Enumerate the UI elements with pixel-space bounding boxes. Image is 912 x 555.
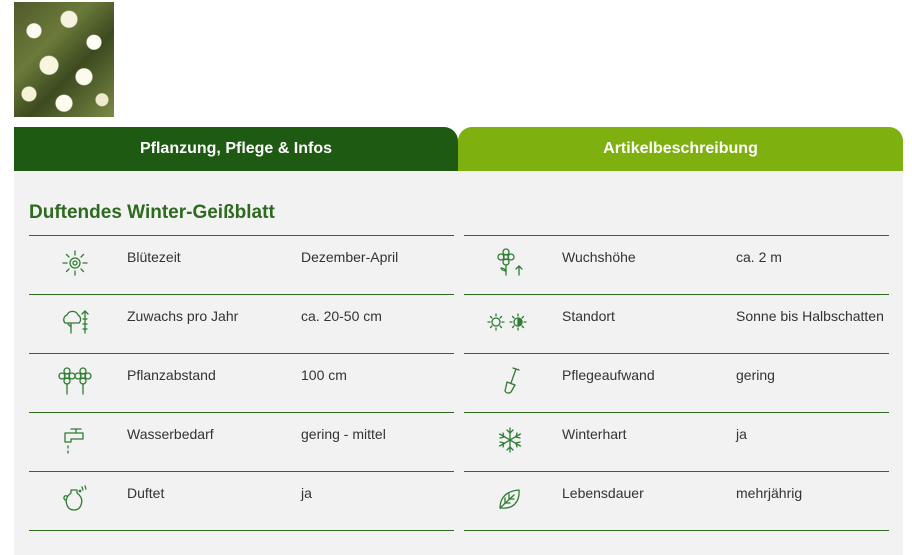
attribute-row: Standort Sonne bis Halbschatten	[464, 295, 889, 354]
attribute-label: Pflegeaufwand	[562, 367, 655, 383]
attribute-value: gering - mittel	[301, 426, 386, 442]
tab-bar: Pflanzung, Pflege & Infos Artikelbeschre…	[14, 127, 903, 180]
flower-sun-icon	[57, 246, 93, 280]
attribute-value: gering	[736, 367, 775, 383]
vase-scent-icon	[57, 482, 93, 516]
tree-growth-icon	[57, 305, 93, 339]
attribute-label: Lebensdauer	[562, 485, 644, 501]
product-thumbnail[interactable]	[14, 2, 114, 117]
attribute-row: Lebensdauer mehrjährig	[464, 472, 889, 531]
attribute-value: mehrjährig	[736, 485, 803, 501]
flowers-spacing-icon	[57, 364, 93, 398]
leaf-icon	[492, 482, 528, 516]
attribute-label: Duftet	[127, 485, 165, 501]
attribute-row: Blütezeit Dezember-April	[29, 236, 454, 295]
attributes-right: Wuchshöhe ca. 2 m Standort Sonne bis Hal…	[464, 235, 889, 531]
attribute-label: Wuchshöhe	[562, 249, 636, 265]
attribute-row: Wuchshöhe ca. 2 m	[464, 236, 889, 295]
attribute-value: ca. 2 m	[736, 249, 782, 265]
attribute-label: Wasserbedarf	[127, 426, 214, 442]
snowflake-icon	[492, 423, 528, 457]
tab-artikelbeschreibung[interactable]: Artikelbeschreibung	[458, 127, 903, 171]
attribute-row: Pflanzabstand 100 cm	[29, 354, 454, 413]
attribute-label: Standort	[562, 308, 615, 324]
product-title: Duftendes Winter-Geißblatt	[29, 202, 275, 223]
attribute-row: Wasserbedarf gering - mittel	[29, 413, 454, 472]
attribute-value: ja	[736, 426, 747, 442]
attribute-value: ja	[301, 485, 312, 501]
attribute-row: Winterhart ja	[464, 413, 889, 472]
attribute-value: 100 cm	[301, 367, 347, 383]
spade-icon	[492, 364, 528, 398]
info-panel: Duftendes Winter-Geißblatt Blütezeit Dez…	[14, 171, 903, 555]
attribute-value: ca. 20-50 cm	[301, 308, 382, 324]
tab-pflanzung-pflege-infos[interactable]: Pflanzung, Pflege & Infos	[14, 127, 458, 180]
sun-partial-shade-icon	[487, 305, 528, 339]
attribute-row: Pflegeaufwand gering	[464, 354, 889, 413]
attribute-value: Dezember-April	[301, 249, 399, 265]
attribute-label: Blütezeit	[127, 249, 181, 265]
flower-height-icon	[492, 246, 528, 280]
attribute-row: Zuwachs pro Jahr ca. 20-50 cm	[29, 295, 454, 354]
attribute-row: Duftet ja	[29, 472, 454, 531]
attribute-label: Winterhart	[562, 426, 627, 442]
attributes-left: Blütezeit Dezember-April Zuwachs pro Jah…	[29, 235, 454, 531]
attribute-value: Sonne bis Halbschatten	[736, 308, 884, 324]
attribute-label: Zuwachs pro Jahr	[127, 308, 239, 324]
water-tap-icon	[57, 423, 93, 457]
attribute-label: Pflanzabstand	[127, 367, 216, 383]
